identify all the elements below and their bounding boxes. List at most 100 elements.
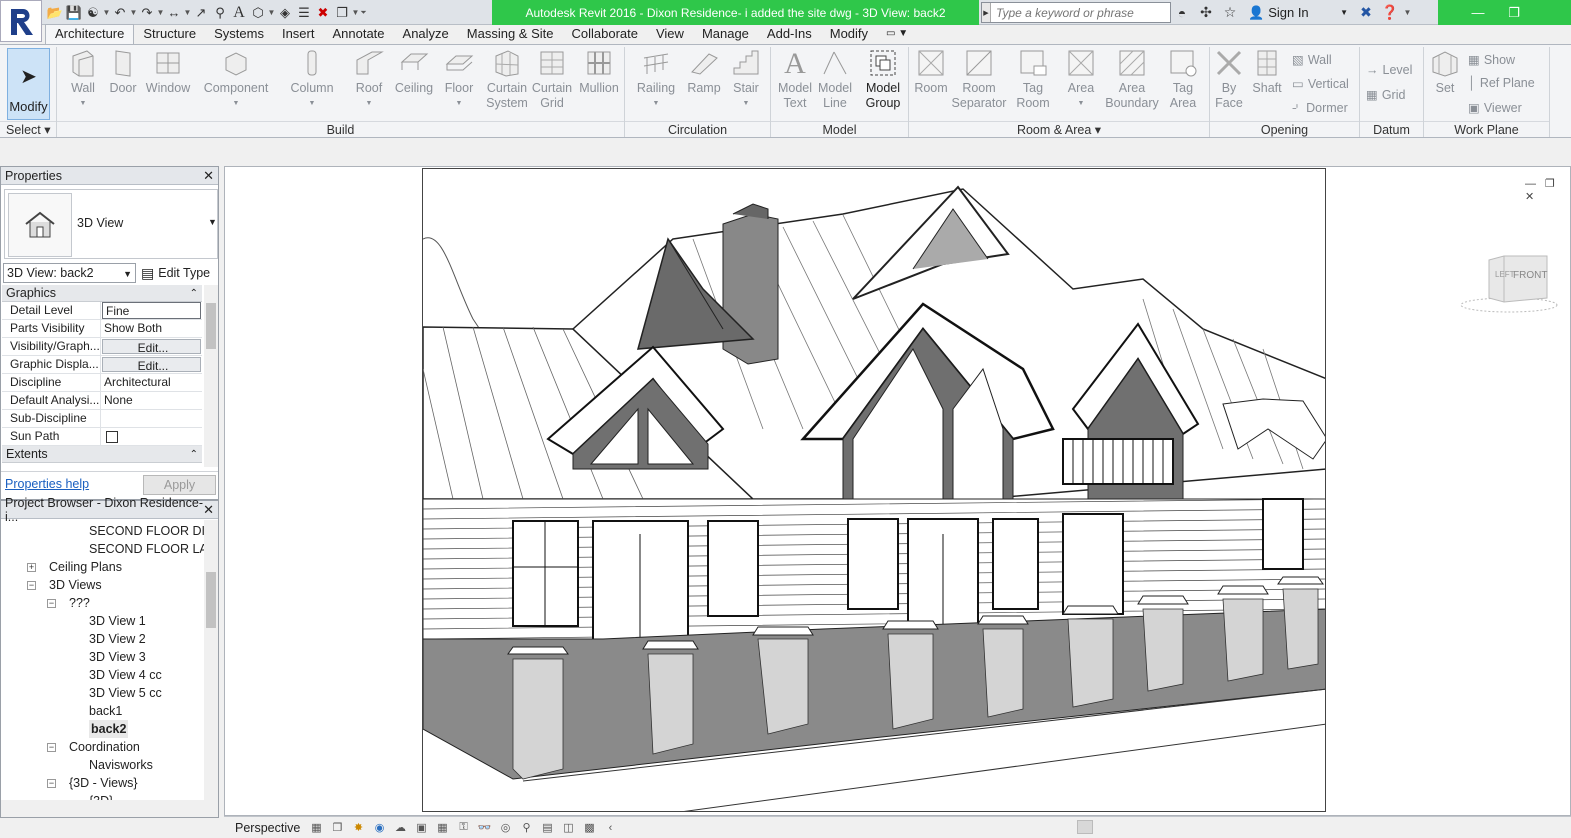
properties-scrollbar[interactable] — [204, 285, 218, 467]
collapse-icon[interactable]: − — [47, 743, 56, 752]
aligned-dimension-icon[interactable]: ↗ — [192, 3, 210, 22]
browser-item[interactable]: 3D View 1 — [89, 612, 146, 630]
tab-architecture[interactable]: Architecture — [45, 24, 135, 44]
exchange-apps-icon[interactable]: ✖ — [1356, 3, 1376, 23]
help-icon[interactable]: ❓ — [1380, 3, 1400, 23]
tab-insert[interactable]: Insert — [273, 25, 324, 44]
browser-item[interactable]: 3D Views — [49, 576, 102, 594]
3d-view-icon[interactable]: ⬡ — [249, 3, 267, 22]
set-work-plane-button[interactable]: Set — [1428, 47, 1462, 96]
browser-item[interactable]: 3D View 2 — [89, 630, 146, 648]
railing-button[interactable]: Railing ▼ — [634, 47, 678, 111]
ribbon-minimize-toggle[interactable]: ▭ ▼ — [877, 25, 917, 44]
3d-view-dropdown-icon[interactable]: ▼ — [268, 3, 276, 22]
model-text-button[interactable]: A Model Text — [775, 47, 815, 111]
save-icon[interactable]: 💾 — [65, 3, 83, 22]
tab-collaborate[interactable]: Collaborate — [562, 25, 647, 44]
drawing-area[interactable]: — ❐ ✕ LEFT FRONT — [224, 166, 1571, 816]
apply-button[interactable]: Apply — [143, 475, 216, 495]
ref-plane-button[interactable]: │ Ref Plane — [1468, 76, 1535, 90]
tab-analyze[interactable]: Analyze — [394, 25, 458, 44]
column-button[interactable]: Column ▼ — [284, 47, 340, 111]
3d-view-viewport[interactable] — [422, 168, 1326, 812]
graphics-section-header[interactable]: Graphics ⌃ — [2, 285, 202, 302]
text-icon[interactable]: A — [230, 3, 248, 22]
shadows-icon[interactable]: ◉ — [372, 820, 387, 835]
tab-view[interactable]: View — [647, 25, 693, 44]
sun-path-icon[interactable]: ✸ — [351, 820, 366, 835]
collapse-icon[interactable]: − — [27, 581, 36, 590]
roof-button[interactable]: Roof ▼ — [350, 47, 388, 111]
default-analysis-value[interactable]: None — [101, 392, 202, 409]
show-crop-region-icon[interactable]: ▦ — [435, 820, 450, 835]
discipline-value[interactable]: Architectural — [101, 374, 202, 391]
measure-dropdown-icon[interactable]: ▼ — [184, 3, 192, 22]
tag-area-button[interactable]: Tag Area — [1163, 47, 1203, 111]
reveal-constraints-icon[interactable]: ▩ — [582, 820, 597, 835]
by-face-button[interactable]: By Face — [1212, 47, 1246, 111]
dormer-opening-button[interactable]: ⌏ Dormer — [1292, 100, 1348, 116]
browser-item[interactable]: 3D View 4 cc — [89, 666, 162, 684]
undo-dropdown-icon[interactable]: ▼ — [130, 3, 138, 22]
room-separator-button[interactable]: Room Separator — [952, 47, 1006, 111]
minimize-icon[interactable]: — — [1460, 0, 1496, 25]
subscription-icon[interactable]: ✣ — [1196, 3, 1216, 23]
tab-annotate[interactable]: Annotate — [323, 25, 393, 44]
door-button[interactable]: Door — [106, 47, 140, 96]
detail-level-field[interactable]: Fine — [102, 302, 201, 319]
wall-button[interactable]: Wall ▼ — [64, 47, 102, 111]
properties-close-icon[interactable]: ✕ — [203, 168, 214, 184]
browser-item[interactable]: {3D - Views} — [69, 774, 138, 792]
redo-icon[interactable]: ↷ — [138, 3, 156, 22]
room-button[interactable]: Room — [912, 47, 950, 96]
type-dropdown-icon[interactable]: ▼ — [208, 217, 217, 227]
undo-icon[interactable]: ↶ — [111, 3, 129, 22]
switch-windows-dropdown-icon[interactable]: ▼ — [352, 3, 360, 22]
close-hidden-windows-icon[interactable]: ✖ — [314, 3, 332, 22]
collapse-bar-icon[interactable]: ‹ — [603, 820, 618, 835]
browser-item[interactable]: SECOND FLOOR DIME — [89, 522, 204, 540]
tab-manage[interactable]: Manage — [693, 25, 758, 44]
viewer-button[interactable]: ▣ Viewer — [1468, 100, 1522, 116]
tab-massing-site[interactable]: Massing & Site — [458, 25, 563, 44]
parts-visibility-value[interactable]: Show Both — [101, 320, 202, 337]
visibility-graphics-edit-button[interactable]: Edit... — [102, 339, 201, 354]
thin-lines-icon[interactable]: ☰ — [295, 3, 313, 22]
mullion-button[interactable]: Mullion — [576, 47, 622, 96]
project-browser-close-icon[interactable]: ✕ — [203, 502, 214, 518]
edit-type-button[interactable]: ▤ Edit Type — [141, 263, 217, 283]
search-input[interactable] — [991, 3, 1167, 22]
area-boundary-button[interactable]: Area Boundary — [1104, 47, 1160, 111]
search-box[interactable]: ▶ — [981, 2, 1171, 23]
visual-style-icon[interactable]: ▦ — [309, 820, 324, 835]
window-button[interactable]: Window — [143, 47, 193, 96]
browser-scrollbar[interactable] — [204, 520, 218, 817]
stair-button[interactable]: Stair ▼ — [728, 47, 764, 111]
application-menu-button[interactable] — [0, 0, 42, 42]
modify-button[interactable]: ➤ Modify — [7, 48, 50, 120]
tab-structure[interactable]: Structure — [134, 25, 205, 44]
graphic-display-edit-button[interactable]: Edit... — [102, 357, 201, 372]
browser-item[interactable]: SECOND FLOOR LAYC — [89, 540, 204, 558]
sign-in-button[interactable]: 👤 Sign In ▼ — [1244, 5, 1352, 21]
wall-opening-button[interactable]: ▧ Wall — [1292, 52, 1332, 68]
browser-item[interactable]: Coordination — [69, 738, 140, 756]
help-dropdown-icon[interactable]: ▼ — [1404, 3, 1412, 22]
reveal-hidden-icon[interactable]: ◎ — [498, 820, 513, 835]
model-group-button[interactable]: Model Group — [860, 47, 906, 111]
vertical-opening-button[interactable]: ▭ Vertical — [1292, 76, 1349, 92]
render-icon[interactable]: ☁ — [393, 820, 408, 835]
unlocked-3d-view-icon[interactable]: ⚿ — [456, 820, 471, 835]
floor-button[interactable]: Floor ▼ — [440, 47, 478, 111]
show-work-plane-button[interactable]: ▦ Show — [1468, 52, 1515, 68]
shaft-button[interactable]: Shaft — [1248, 47, 1286, 96]
close-window-icon[interactable] — [1532, 0, 1568, 25]
collapse-icon[interactable]: − — [47, 599, 56, 608]
redo-dropdown-icon[interactable]: ▼ — [157, 3, 165, 22]
switch-windows-icon[interactable]: ❐ — [333, 3, 351, 22]
sun-path-checkbox[interactable] — [106, 431, 118, 443]
tab-systems[interactable]: Systems — [205, 25, 273, 44]
select-panel-label[interactable]: Select ▾ — [0, 121, 56, 139]
favorites-star-icon[interactable]: ☆ — [1220, 3, 1240, 23]
sync-dropdown-icon[interactable]: ▼ — [103, 3, 111, 22]
